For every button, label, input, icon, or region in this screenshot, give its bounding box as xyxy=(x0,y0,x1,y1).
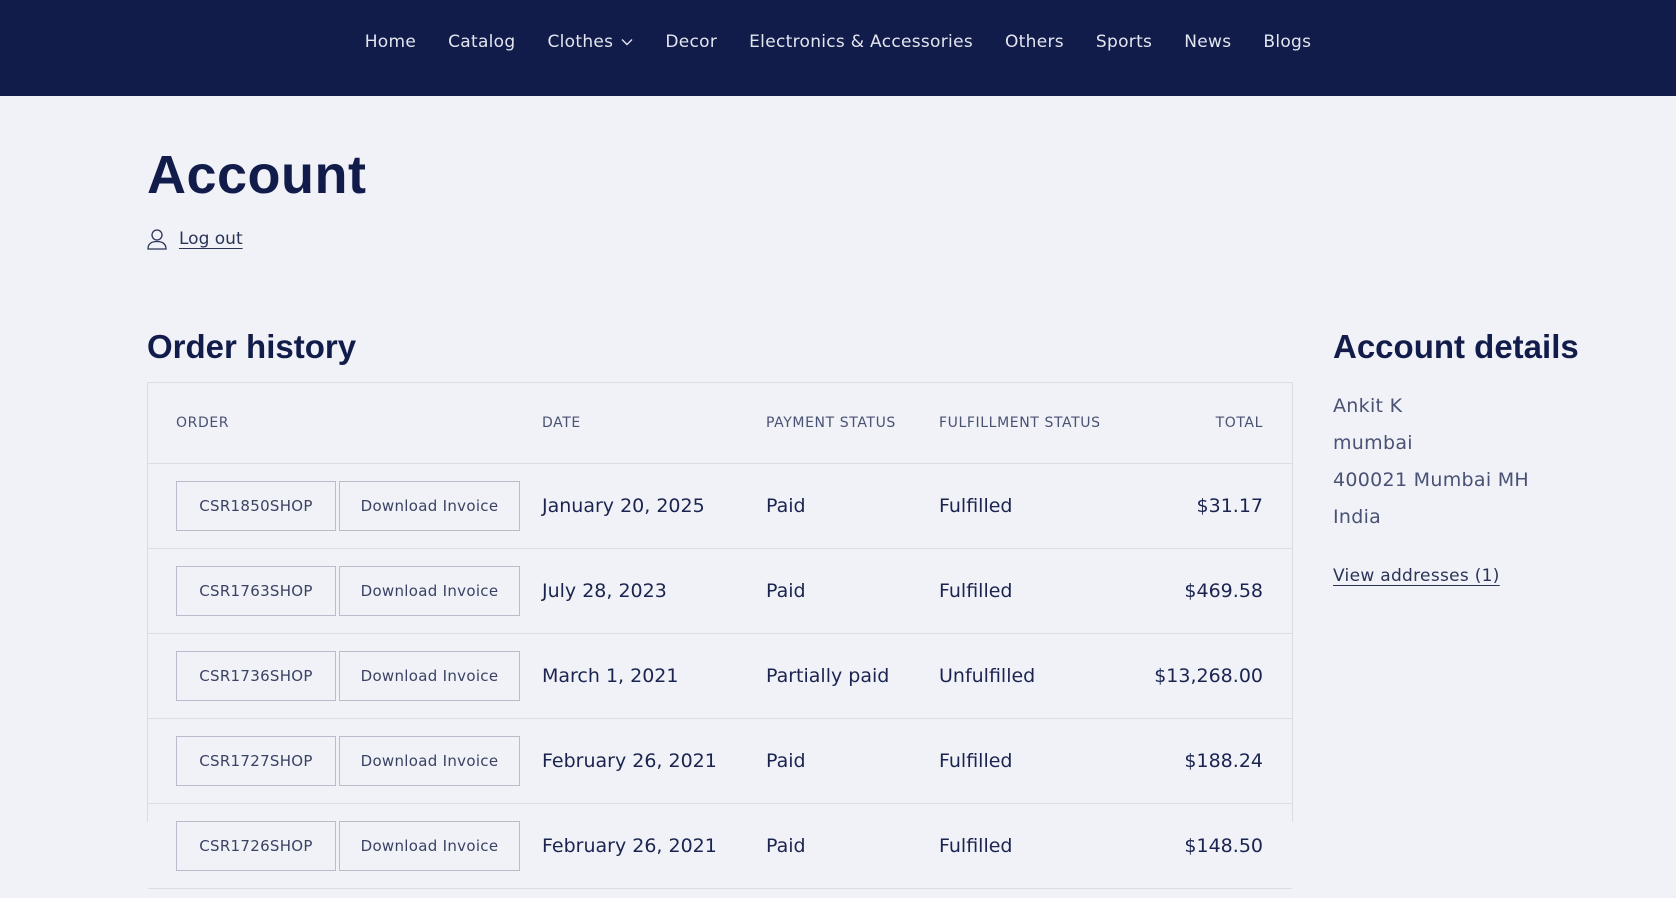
table-row: CSR1850SHOP Download Invoice January 20,… xyxy=(148,464,1292,549)
header-fulfillment-status: FULFILLMENT STATUS xyxy=(939,415,1101,431)
order-number-button[interactable]: CSR1726SHOP xyxy=(176,821,336,871)
account-details-info: Ankit K mumbai 400021 Mumbai MH India xyxy=(1333,388,1529,536)
table-row: CSR1763SHOP Download Invoice July 28, 20… xyxy=(148,549,1292,634)
nav-others[interactable]: Others xyxy=(1005,32,1064,52)
download-invoice-button[interactable]: Download Invoice xyxy=(339,736,520,786)
order-date: February 26, 2021 xyxy=(542,835,717,857)
table-row: CSR1726SHOP Download Invoice February 26… xyxy=(148,804,1292,889)
payment-status: Paid xyxy=(766,835,806,857)
order-number-button[interactable]: CSR1727SHOP xyxy=(176,736,336,786)
nav-decor-label: Decor xyxy=(665,32,718,52)
fulfillment-status: Fulfilled xyxy=(939,835,1013,857)
nav-blogs[interactable]: Blogs xyxy=(1263,32,1311,52)
nav-sports[interactable]: Sports xyxy=(1096,32,1152,52)
order-date: March 1, 2021 xyxy=(542,665,679,687)
download-invoice-button[interactable]: Download Invoice xyxy=(339,481,520,531)
logout-link[interactable]: Log out xyxy=(179,229,243,249)
order-cell: CSR1763SHOP Download Invoice xyxy=(148,566,542,616)
order-total: $148.50 xyxy=(1184,835,1263,857)
download-invoice-button[interactable]: Download Invoice xyxy=(339,566,520,616)
header-order: ORDER xyxy=(176,415,230,431)
order-date: February 26, 2021 xyxy=(542,750,717,772)
order-cell: CSR1850SHOP Download Invoice xyxy=(148,481,542,531)
fulfillment-status: Fulfilled xyxy=(939,580,1013,602)
customer-name: Ankit K xyxy=(1333,395,1403,417)
nav-blogs-label: Blogs xyxy=(1263,32,1312,52)
nav-home[interactable]: Home xyxy=(365,32,416,52)
top-navigation: Home Catalog Clothes Decor Electronics &… xyxy=(0,0,1676,96)
table-row: CSR1736SHOP Download Invoice March 1, 20… xyxy=(148,634,1292,719)
user-icon xyxy=(147,229,167,250)
nav-catalog-label: Catalog xyxy=(448,32,516,52)
order-total: $188.24 xyxy=(1184,750,1263,772)
order-date: January 20, 2025 xyxy=(542,495,705,517)
nav-electronics[interactable]: Electronics & Accessories xyxy=(749,32,973,52)
nav-news-label: News xyxy=(1184,32,1232,52)
payment-status: Paid xyxy=(766,580,806,602)
nav-clothes[interactable]: Clothes xyxy=(547,32,633,52)
order-number-button[interactable]: CSR1736SHOP xyxy=(176,651,336,701)
nav-sports-label: Sports xyxy=(1095,32,1153,52)
account-page: Account Log out Order history Account de… xyxy=(0,96,1676,898)
order-cell: CSR1727SHOP Download Invoice xyxy=(148,736,542,786)
download-invoice-button[interactable]: Download Invoice xyxy=(339,821,520,871)
order-number-button[interactable]: CSR1850SHOP xyxy=(176,481,336,531)
fulfillment-status: Fulfilled xyxy=(939,750,1013,772)
nav-home-label: Home xyxy=(364,32,417,52)
payment-status: Paid xyxy=(766,750,806,772)
order-date: July 28, 2023 xyxy=(542,580,667,602)
nav-decor[interactable]: Decor xyxy=(665,32,717,52)
header-date: DATE xyxy=(542,415,581,431)
table-row: CSR1727SHOP Download Invoice February 26… xyxy=(148,719,1292,804)
download-invoice-button[interactable]: Download Invoice xyxy=(339,651,520,701)
nav-news[interactable]: News xyxy=(1184,32,1231,52)
order-history-title: Order history xyxy=(147,328,357,365)
order-total: $31.17 xyxy=(1196,495,1263,517)
header-total: TOTAL xyxy=(1215,415,1263,431)
fulfillment-status: Unfulfilled xyxy=(939,665,1036,687)
nav-electronics-label: Electronics & Accessories xyxy=(749,32,973,52)
city-line: 400021 Mumbai MH xyxy=(1333,469,1530,491)
order-total: $469.58 xyxy=(1184,580,1263,602)
payment-status: Partially paid xyxy=(766,665,890,687)
address-line: mumbai xyxy=(1333,432,1413,454)
order-total: $13,268.00 xyxy=(1154,665,1263,687)
order-cell: CSR1736SHOP Download Invoice xyxy=(148,651,542,701)
header-payment-status: PAYMENT STATUS xyxy=(766,415,896,431)
order-cell: CSR1726SHOP Download Invoice xyxy=(148,821,542,871)
country: India xyxy=(1333,506,1382,528)
fulfillment-status: Fulfilled xyxy=(939,495,1013,517)
table-header: ORDER DATE PAYMENT STATUS FULFILLMENT ST… xyxy=(148,383,1292,464)
chevron-down-icon xyxy=(621,39,633,46)
order-number-button[interactable]: CSR1763SHOP xyxy=(176,566,336,616)
payment-status: Paid xyxy=(766,495,806,517)
logout-link-group: Log out xyxy=(147,228,243,250)
account-details-title: Account details xyxy=(1333,328,1579,365)
page-title: Account xyxy=(147,145,367,205)
nav-clothes-label: Clothes xyxy=(547,32,614,52)
view-addresses-link[interactable]: View addresses (1) xyxy=(1333,566,1500,586)
order-history-table: ORDER DATE PAYMENT STATUS FULFILLMENT ST… xyxy=(147,382,1293,889)
nav-others-label: Others xyxy=(1004,32,1064,52)
nav-catalog[interactable]: Catalog xyxy=(448,32,515,52)
